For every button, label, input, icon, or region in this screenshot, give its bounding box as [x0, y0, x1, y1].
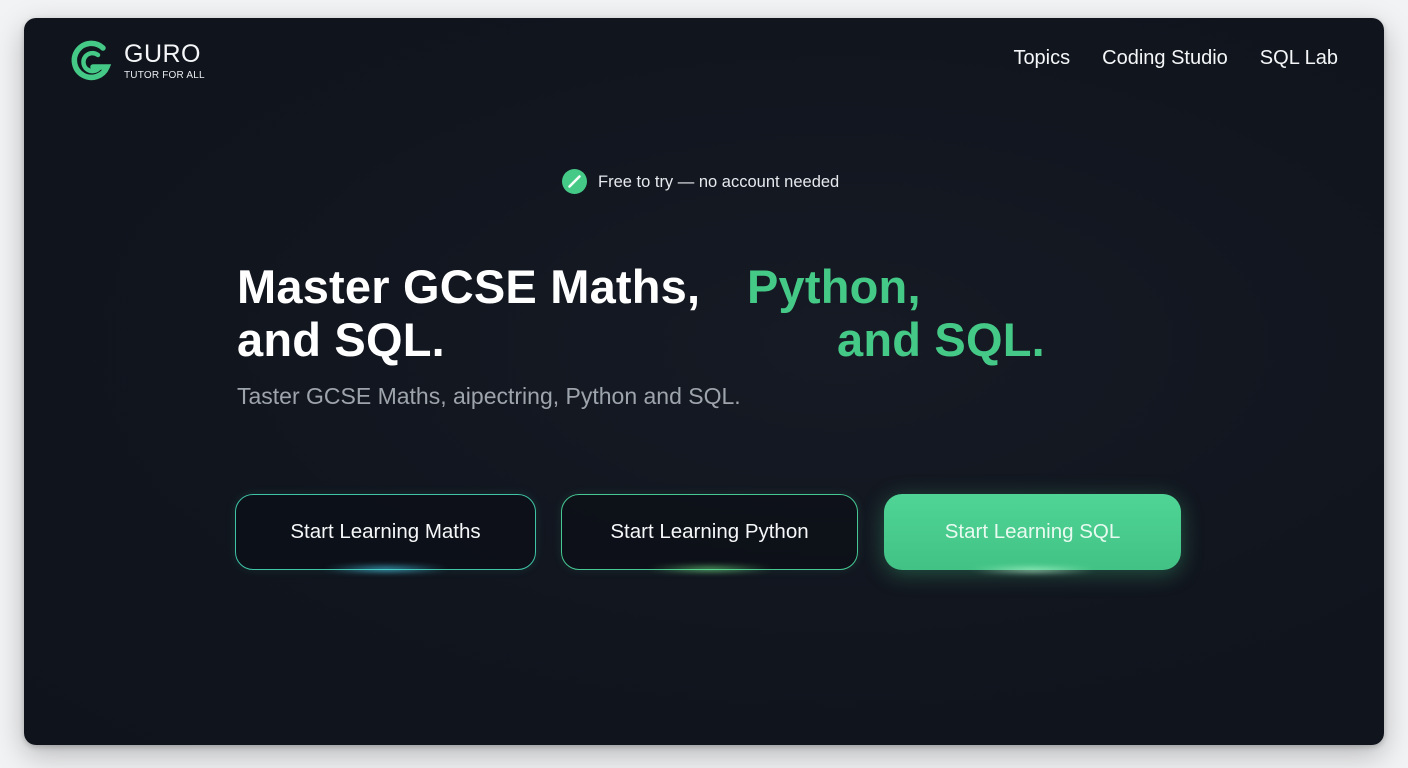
badge-text: Free to try — no account needed: [598, 172, 840, 191]
brand-text: GURO TUTOR FOR ALL: [124, 42, 205, 82]
brand-name: GURO: [124, 40, 201, 68]
nav-topics[interactable]: Topics: [1013, 44, 1070, 72]
brand-logo[interactable]: GURO TUTOR FOR ALL: [69, 39, 205, 85]
headline-line1-white: Master GCSE Maths,: [237, 260, 701, 313]
maths-button-label: Start Learning Maths: [290, 520, 481, 543]
sql-button-label: Start Learning SQL: [944, 520, 1121, 543]
maths-button-glow: [320, 565, 451, 573]
hero-subheadline: Taster GCSE Maths, aipectring, Python an…: [237, 383, 741, 409]
check-slash-icon: [562, 169, 587, 194]
app-window: GURO TUTOR FOR ALL Topics Coding Studio …: [24, 18, 1384, 745]
headline-line2-white: and SQL.: [237, 313, 445, 366]
top-nav: Topics Coding Studio SQL Lab: [1013, 44, 1338, 72]
hero-headline: Master GCSE Maths, Python, and SQL. and …: [237, 261, 1137, 371]
free-trial-badge: Free to try — no account needed: [562, 169, 839, 194]
nav-coding-studio[interactable]: Coding Studio: [1102, 44, 1228, 72]
start-learning-sql-button[interactable]: Start Learning SQL: [884, 494, 1181, 574]
python-button-label: Start Learning Python: [610, 520, 809, 543]
sql-button-glow: [967, 566, 1098, 574]
start-learning-python-button[interactable]: Start Learning Python: [561, 494, 858, 573]
headline-line2-green: and SQL.: [837, 313, 1045, 366]
headline-line1-green: Python,: [747, 260, 921, 313]
nav-sql-lab[interactable]: SQL Lab: [1260, 44, 1338, 72]
guro-logo-icon: [71, 40, 112, 81]
brand-tagline: TUTOR FOR ALL: [124, 70, 205, 81]
start-learning-maths-button[interactable]: Start Learning Maths: [235, 494, 536, 573]
python-button-glow: [644, 565, 775, 573]
